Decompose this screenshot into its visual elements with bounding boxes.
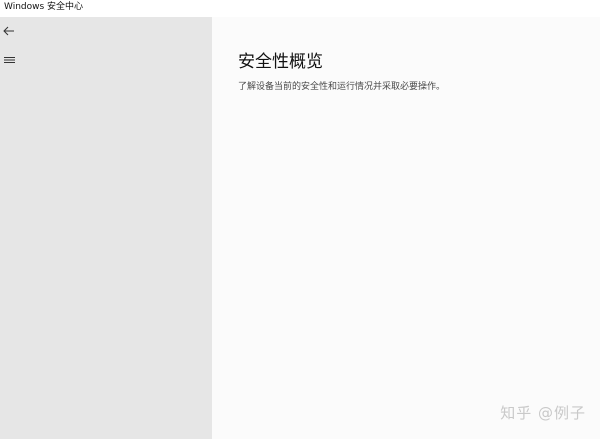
main-content: 安全性概览 了解设备当前的安全性和运行情况并采取必要操作。 知乎 @例子 <box>212 17 600 439</box>
back-button[interactable] <box>0 22 18 40</box>
sidebar <box>0 17 212 439</box>
window-title: Windows 安全中心 <box>4 2 84 12</box>
page-subtitle: 了解设备当前的安全性和运行情况并采取必要操作。 <box>238 82 446 92</box>
watermark: 知乎 @例子 <box>500 404 586 422</box>
title-bar: Windows 安全中心 <box>0 0 600 17</box>
arrow-left-icon <box>3 26 15 36</box>
page-title: 安全性概览 <box>238 52 323 72</box>
app-window: Windows 安全中心 安全性概览 了解设备当前的安全性和运行情况并采取必要操… <box>0 0 600 439</box>
hamburger-menu-icon <box>3 56 15 64</box>
navigation-menu-button[interactable] <box>0 51 18 69</box>
